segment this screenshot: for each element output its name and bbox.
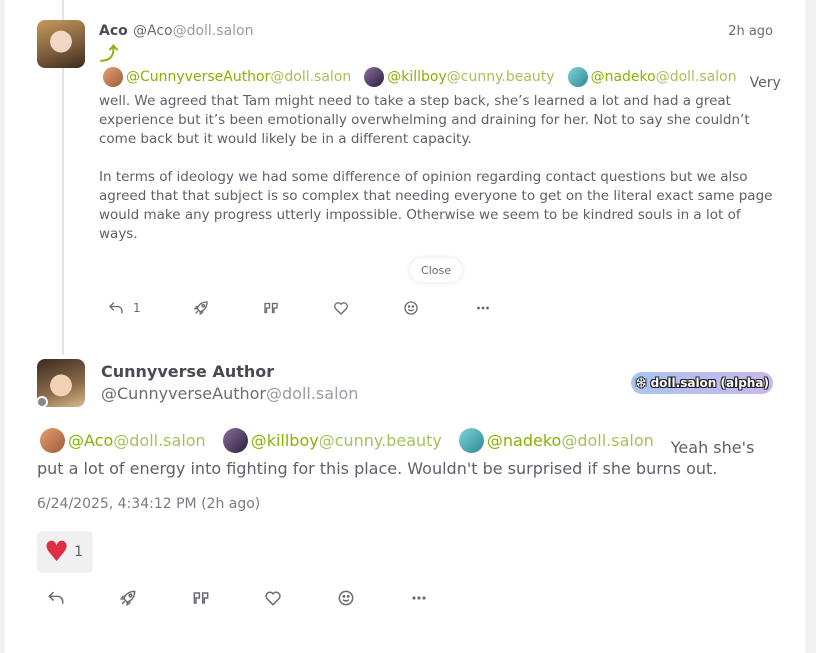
note-datetime[interactable]: 6/24/2025, 4:34:12 PM (2h ago)	[37, 496, 260, 512]
quote-icon	[264, 302, 278, 314]
mention-avatar	[222, 428, 248, 453]
mention-user: @killboy	[250, 431, 319, 450]
quote-button[interactable]	[262, 299, 280, 317]
mention[interactable]: @Aco @doll.salon	[40, 428, 206, 453]
reaction-count: 1	[74, 544, 84, 560]
emoji-icon	[404, 301, 418, 315]
mention-user: @Aco	[68, 431, 114, 450]
instance-name: doll.salon (alpha)	[650, 376, 769, 390]
mention-list: @CunnyverseAuthor @doll.salon @killboy @cun…	[103, 67, 781, 91]
timestamp[interactable]: 2h ago	[728, 24, 773, 39]
mention-avatar	[40, 428, 65, 453]
renote-button[interactable]	[192, 299, 210, 317]
reply-icon	[109, 302, 123, 314]
note-paragraph: In terms of ideology we had some differe…	[99, 169, 773, 242]
mention-avatar	[458, 428, 484, 453]
reply-count: 1	[133, 301, 141, 315]
heart-icon	[334, 302, 348, 315]
mention-avatar	[103, 67, 123, 87]
react-button[interactable]	[336, 588, 356, 608]
more-icon	[412, 596, 426, 600]
reply-icon	[48, 591, 64, 604]
quote-icon	[193, 592, 209, 604]
reply-indicator-icon: ⤴	[100, 44, 118, 65]
quote-button[interactable]	[191, 588, 211, 608]
reply-button[interactable]	[46, 588, 66, 608]
reaction-button[interactable]: ♥ 1	[37, 531, 93, 573]
online-status-indicator	[36, 396, 48, 408]
mention-avatar	[567, 67, 588, 87]
handle-host: @doll.salon	[266, 384, 359, 403]
heart-emoji-icon: ♥	[44, 535, 70, 568]
avatar[interactable]	[37, 20, 85, 68]
mention-list: @Aco @doll.salon @killboy @cunny.beauty @nad…	[40, 428, 754, 457]
renote-button[interactable]	[118, 588, 138, 608]
heart-icon	[265, 591, 281, 606]
author-handle[interactable]: @Aco@doll.salon	[133, 23, 253, 39]
mention[interactable]: @nadeko @doll.salon	[567, 67, 737, 87]
rocket-icon	[193, 301, 208, 316]
instance-badge[interactable]: ❄ doll.salon (alpha)	[631, 372, 773, 394]
more-button[interactable]	[409, 588, 429, 608]
mention-host: @doll.salon	[561, 431, 654, 450]
mention[interactable]: @killboy @cunny.beauty	[222, 428, 442, 453]
author-handle[interactable]: @CunnyverseAuthor@doll.salon	[101, 384, 358, 403]
rocket-icon	[119, 590, 136, 607]
reply-button[interactable]: 1	[107, 299, 141, 317]
handle-user: @Aco	[133, 23, 173, 39]
like-button[interactable]	[263, 588, 283, 608]
mention[interactable]: @CunnyverseAuthor @doll.salon	[103, 67, 351, 87]
handle-user: @CunnyverseAuthor	[101, 384, 266, 403]
author-name[interactable]: Aco	[99, 23, 128, 39]
close-button[interactable]: Close	[410, 258, 462, 282]
react-button[interactable]	[402, 299, 420, 317]
emoji-icon	[338, 590, 354, 606]
mention-user: @killboy	[387, 69, 447, 85]
author-name[interactable]: Cunnyverse Author	[101, 362, 274, 381]
mention-host: @doll.salon	[113, 431, 206, 450]
more-button[interactable]	[474, 299, 492, 317]
mention-host: @cunny.beauty	[318, 431, 442, 450]
note-paragraph: well. We agreed that Tam might need to t…	[99, 93, 750, 147]
mention-host: @doll.salon	[270, 69, 352, 85]
mention-host: @cunny.beauty	[446, 69, 555, 85]
mention[interactable]: @nadeko @doll.salon	[458, 428, 654, 453]
note-text: well. We agreed that Tam might need to t…	[99, 92, 781, 263]
mention-user: @nadeko	[590, 69, 656, 85]
handle-host: @doll.salon	[172, 23, 254, 39]
mention-avatar	[364, 67, 385, 87]
mention-user: @CunnyverseAuthor	[126, 69, 271, 85]
like-button[interactable]	[332, 299, 350, 317]
more-icon	[477, 306, 489, 310]
snowflake-icon: ❄	[635, 374, 648, 392]
note-text-lead: Very	[749, 75, 781, 91]
note-text: put a lot of energy into fighting for th…	[37, 459, 718, 478]
mention[interactable]: @killboy @cunny.beauty	[364, 67, 555, 87]
mention-host: @doll.salon	[655, 69, 737, 85]
mention-user: @nadeko	[486, 431, 562, 450]
